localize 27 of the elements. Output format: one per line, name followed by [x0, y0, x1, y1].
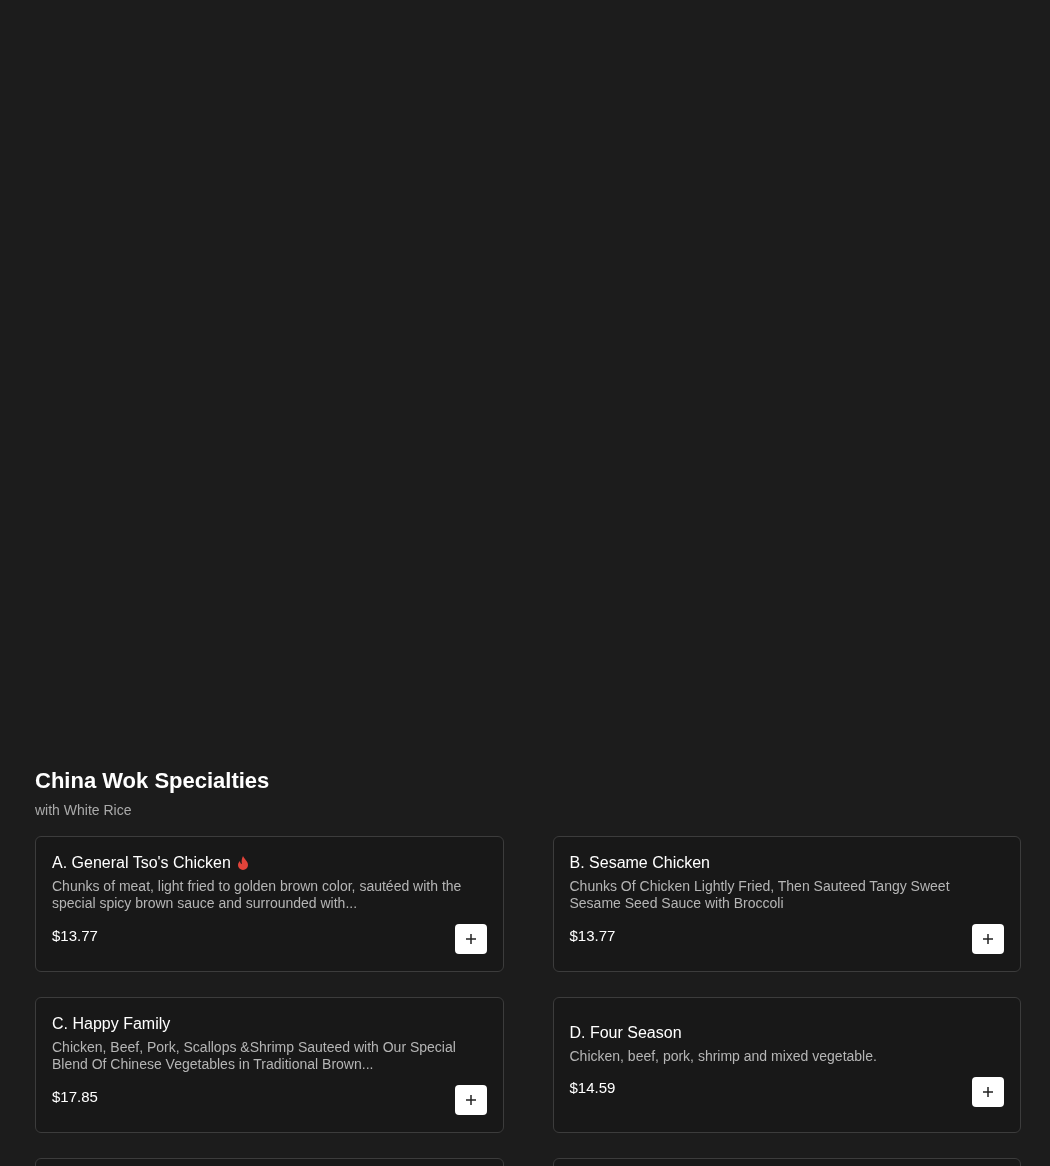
- add-button[interactable]: [972, 924, 1004, 954]
- item-name: C. Happy Family: [52, 1015, 171, 1033]
- flame-icon: [236, 856, 249, 870]
- add-button[interactable]: [454, 1085, 487, 1115]
- add-button[interactable]: [454, 924, 487, 954]
- item-price: $13.77: [52, 926, 98, 944]
- item-name: A. General Tso's Chicken: [52, 854, 231, 872]
- menu-card[interactable]: A. General Tso's Chicken Chunks of meat, light fried to golden brown color, sautéed with the special spicy brown sauce and surrounded with... $13.77: [35, 836, 504, 972]
- item-price: $13.77: [569, 926, 616, 944]
- item-name: D. Four Season: [569, 1023, 682, 1042]
- plus-icon: [465, 1095, 476, 1105]
- section-subtitle: with White Rice: [35, 802, 133, 818]
- item-price: $17.85: [52, 1087, 98, 1105]
- item-description: Chicken, Beef, Pork, Scallops &Shrimp Sauteed with Our Special Blend Of Chinese Vegetables in Traditional Brown...: [52, 1039, 457, 1073]
- item-price: $14.59: [569, 1079, 616, 1096]
- item-description: Chunks Of Chicken Lightly Fried, Then Sauteed Tangy Sweet Sesame Seed Sauce with Broccoli: [569, 878, 951, 912]
- plus-icon: [983, 1086, 993, 1097]
- section-title: China Wok Specialties: [35, 767, 271, 795]
- menu-card[interactable]: C. Happy Family Chicken, Beef, Pork, Scallops &Shrimp Sauteed with Our Special Blend Of Chinese Vegetables in Traditional Brown... $17.85: [35, 997, 504, 1133]
- add-button[interactable]: [972, 1076, 1004, 1107]
- item-name: B. Sesame Chicken: [569, 854, 710, 872]
- menu-card[interactable]: D. Four Season Chicken, beef, pork, shrimp and mixed vegetable. $14.59: [552, 997, 1021, 1133]
- item-description: Chicken, beef, pork, shrimp and mixed vegetable.: [569, 1047, 878, 1065]
- plus-icon: [983, 934, 993, 944]
- plus-icon: [465, 934, 476, 944]
- item-description: Chunks of meat, light fried to golden brown color, sautéed with the special spicy brown sauce and surrounded with...: [52, 878, 463, 912]
- menu-card[interactable]: B. Sesame Chicken Chunks Of Chicken Lightly Fried, Then Sauteed Tangy Sweet Sesame Seed Sauce with Broccoli $13.77: [552, 836, 1021, 972]
